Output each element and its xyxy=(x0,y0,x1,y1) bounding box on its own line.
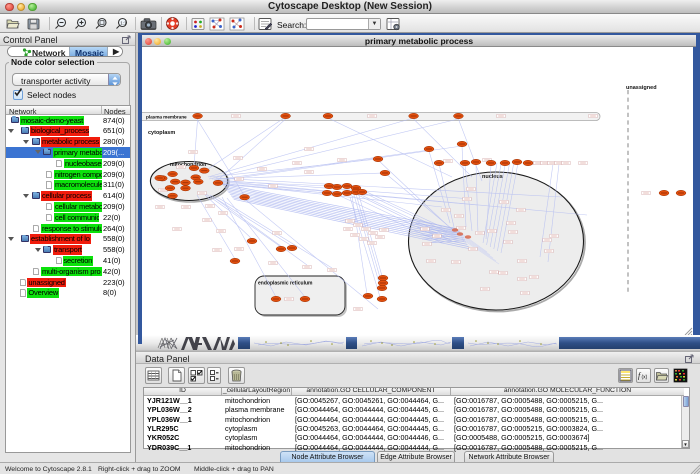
svg-text:unassigned: unassigned xyxy=(626,85,657,91)
svg-text:endoplasmic reticulum: endoplasmic reticulum xyxy=(258,281,313,287)
svg-text:nucleus: nucleus xyxy=(482,174,503,180)
svg-text:(x): (x) xyxy=(642,375,648,381)
svg-text:cytoplasm: cytoplasm xyxy=(148,130,175,136)
svg-text:mitochondrion: mitochondrion xyxy=(170,162,206,168)
svg-text:plasma membrane: plasma membrane xyxy=(146,114,187,120)
svg-text:1:1: 1:1 xyxy=(120,21,127,26)
